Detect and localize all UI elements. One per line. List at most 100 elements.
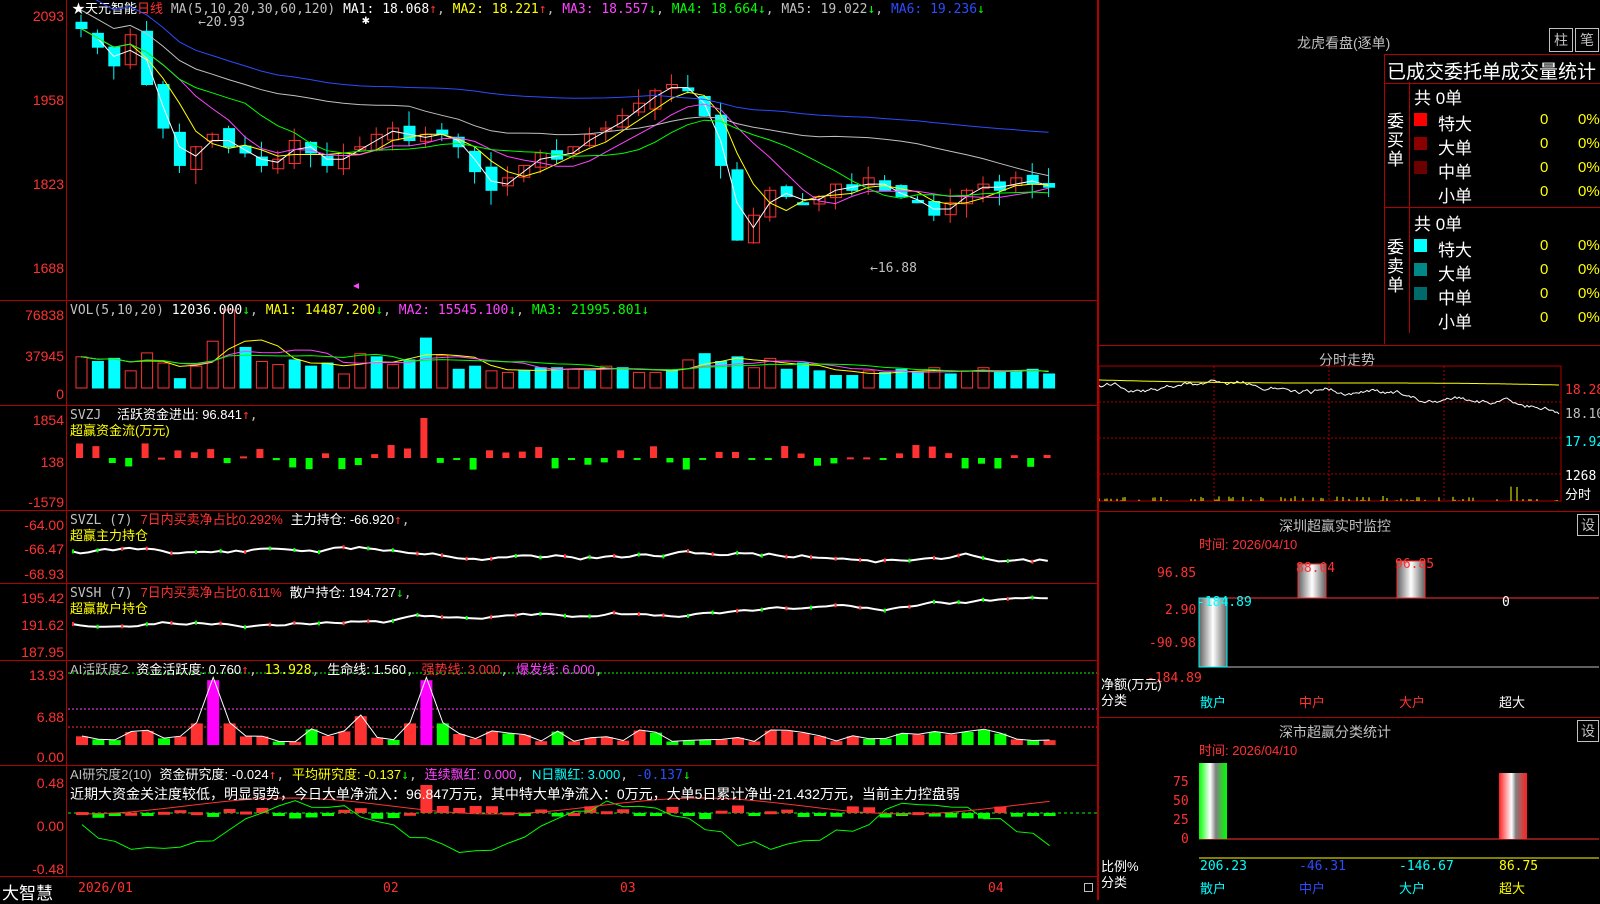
holding-tick (662, 554, 665, 559)
flow-bar (469, 458, 477, 470)
volume-bar (403, 359, 416, 389)
volume-pane[interactable]: 76838 37945 0 VOL(5,10,20) 12036.000↓, M… (0, 301, 1097, 406)
ai-research-pane[interactable]: 0.48 0.00 -0.48 AI研究度2(10) 资金研究度: -0.024… (0, 766, 1097, 877)
intraday-panel[interactable]: 分时走势 18.28 18.10 17.92 1268 分时 (1099, 346, 1600, 512)
buy-side-label: 委买单 (1387, 112, 1404, 169)
holding-tick (760, 607, 763, 612)
volume-bar (961, 370, 974, 389)
sell-total: 共 0单 (1414, 215, 1463, 234)
intraday-chart[interactable] (1099, 346, 1600, 511)
flow-bar (1010, 455, 1018, 458)
research-bar (158, 811, 170, 815)
flow-bar (814, 458, 821, 466)
flow-bar (240, 456, 247, 459)
candle (731, 169, 744, 241)
ai1-strong: 强势线: 3.000 (421, 662, 501, 677)
volume-bar (764, 357, 777, 389)
activity-bar (289, 741, 302, 745)
bar-mode-button[interactable]: 柱 (1549, 28, 1573, 52)
research-bar (797, 813, 810, 817)
ai2-red: 连续飘红: 0.000 (424, 767, 517, 782)
holding-tick (637, 612, 640, 617)
ai-activity-pane[interactable]: 13.93 6.88 0.00 AI活跃度2 资金活跃度: 0.760↑, 13… (0, 661, 1097, 766)
holding-tick (613, 553, 616, 558)
volume-bar (108, 357, 121, 389)
research-bar (961, 813, 974, 819)
holding-tick (244, 550, 247, 555)
holding-tick (588, 614, 591, 619)
flow-bar (797, 453, 805, 458)
buy-section: 委买单 共 0单 特大 0 0% 大单 0 0% 中单 0 0% 小单 0 0% (1385, 82, 1600, 208)
ai2-last: -0.137 (635, 768, 683, 783)
activity-bar (961, 731, 974, 745)
holding-tick (514, 554, 517, 559)
svzj-pane[interactable]: 1854 138 -1579 SVZJ 活跃资金进出: 96.841↑, 超赢资… (0, 406, 1097, 511)
holding-tick (1031, 595, 1034, 600)
holding-tick (810, 555, 812, 560)
volume-bar (501, 371, 514, 389)
vol-value: 12036.000 (171, 303, 243, 318)
svzj-value: 活跃资金进出: 96.841 (116, 407, 242, 422)
holding-tick (72, 549, 74, 554)
volume-bar (354, 353, 367, 389)
activity-bar (141, 730, 154, 745)
monitor-value: 88.04 (1296, 561, 1336, 576)
research-bar (322, 813, 334, 816)
activity-bar (896, 733, 908, 745)
volume-bar (141, 352, 154, 389)
holding-tick (834, 556, 837, 561)
activity-bar (699, 739, 712, 745)
volume-bar (321, 362, 334, 389)
order-row-pct: 0% (1578, 261, 1600, 278)
activity-bar (715, 739, 728, 745)
x-label: 04 (988, 881, 1004, 896)
svzl-pane[interactable]: -64.00 -66.47 -68.93 SVZL (7) 7日内买卖净占比0.… (0, 511, 1097, 584)
monitor-cat: 散户 (1200, 695, 1227, 710)
flow-bar (896, 453, 903, 458)
flow-bar (76, 443, 83, 458)
research-bar (404, 812, 416, 816)
holding-tick (145, 546, 148, 551)
candlestick-chart[interactable] (0, 0, 1097, 300)
price-pane[interactable]: 2093 1958 1823 1688 ★天元智能日线 MA(5,10,20,3… (0, 0, 1097, 301)
research-bar (240, 811, 252, 815)
flow-bar (125, 458, 133, 467)
order-row: 特大 0 0% (1410, 235, 1600, 260)
volume-bar (879, 371, 892, 389)
lock-icon[interactable] (1084, 883, 1093, 892)
research-bar (305, 813, 318, 818)
activity-bar (830, 741, 843, 745)
intraday-price: 17.92 (1565, 435, 1600, 450)
activity-bar (797, 732, 810, 745)
research-chart[interactable] (0, 766, 1097, 876)
holding-tick (1006, 558, 1009, 563)
flow-bar (978, 458, 985, 464)
sell-side-label: 委卖单 (1387, 238, 1404, 295)
volume-bar (829, 375, 842, 389)
tick-mode-button[interactable]: 笔 (1575, 28, 1599, 52)
holding-tick (244, 625, 247, 630)
flow-bar (846, 457, 854, 460)
flow-bar (535, 447, 543, 458)
volume-bar (944, 373, 957, 389)
flow-bar (158, 457, 165, 460)
order-row-name: 小单 (1438, 187, 1472, 206)
flow-bar (322, 453, 329, 458)
flow-bar (436, 458, 444, 463)
svsh-pane[interactable]: 195.42 191.62 187.95 SVSH (7) 7日内买卖净占比0.… (0, 584, 1097, 661)
swatch (1414, 113, 1427, 126)
research-bar (781, 809, 794, 813)
order-row-name: 特大 (1438, 241, 1472, 260)
volume-bar (157, 362, 170, 389)
vol-ma3: MA3: 21995.801 (531, 303, 642, 318)
holding-tick (121, 546, 124, 551)
activity-bar (272, 741, 285, 745)
holding-tick (687, 549, 689, 554)
research-bar (945, 813, 958, 818)
volume-bar (173, 378, 186, 389)
volume-bar (813, 370, 826, 389)
price-line (1099, 379, 1560, 415)
svzj-subtitle: 超赢资金流(万元) (70, 423, 170, 438)
swatch (1414, 161, 1427, 174)
svsh-subtitle: 超赢散户持仓 (70, 601, 149, 616)
